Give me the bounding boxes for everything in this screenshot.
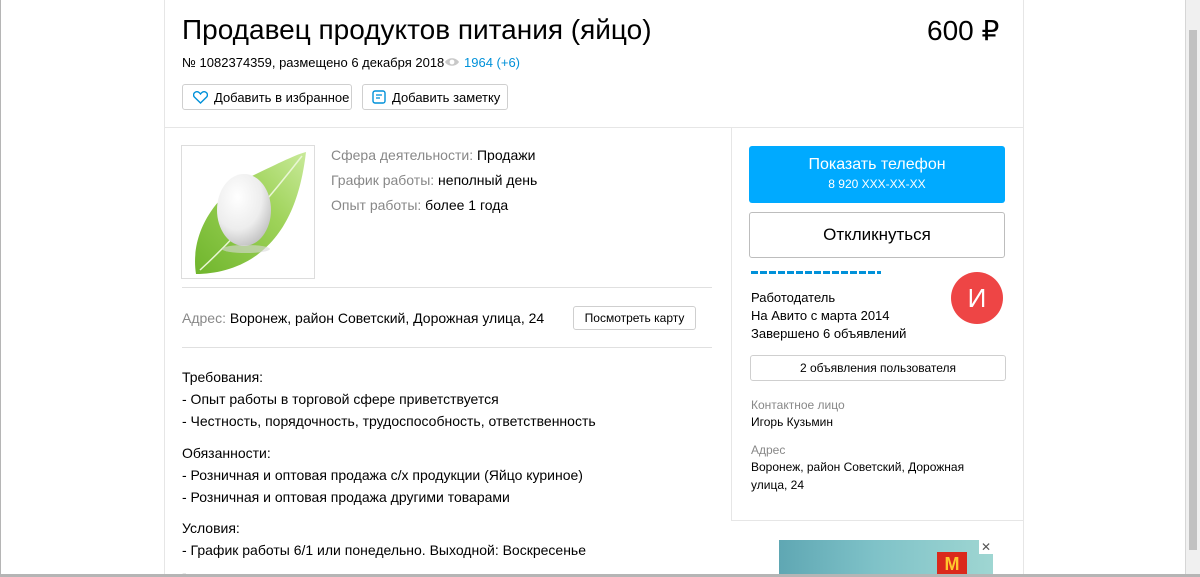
add-to-favorites-button[interactable]: Добавить в избранное <box>182 84 352 110</box>
description-line: - Опыт работы в торговой сфере приветств… <box>182 391 499 407</box>
conditions-title: Условия: <box>182 520 240 536</box>
listing-title: Продавец продуктов питания (яйцо) <box>182 14 652 45</box>
description-line: - Розничная и оптовая продажа с/х продук… <box>182 467 583 483</box>
attribute-key: Сфера деятельности: <box>331 147 474 163</box>
respond-button[interactable]: Откликнуться <box>749 212 1005 258</box>
listing-price: 600 ₽ <box>927 15 1000 46</box>
phone-number: 8 920 XXX-XX-XX <box>828 177 926 191</box>
attribute-value: более 1 года <box>425 197 509 213</box>
sidebar-address-line: улица, 24 <box>751 478 805 492</box>
vertical-scrollbar[interactable] <box>1185 0 1200 574</box>
scrollbar-thumb[interactable] <box>1189 30 1197 550</box>
window-border-left <box>0 0 1 577</box>
photo-watermark: Avito <box>256 258 286 272</box>
close-icon[interactable]: ✕ <box>979 540 993 554</box>
header-divider <box>165 127 1023 128</box>
attribute-value: неполный день <box>438 172 538 188</box>
address-row: Адрес: Воронеж, район Советский, Дорожна… <box>182 310 544 326</box>
add-note-button[interactable]: Добавить заметку <box>362 84 508 110</box>
views-count[interactable]: 1964 (+6) <box>464 55 520 70</box>
seller-avatar[interactable]: И <box>951 272 1003 324</box>
seller-since: На Авито с марта 2014 <box>751 308 890 323</box>
show-phone-label: Показать телефон <box>808 156 946 173</box>
user-ads-button[interactable]: 2 объявления пользователя <box>750 355 1006 381</box>
attribute-row: График работы: неполный день <box>331 172 537 188</box>
egg-photo-image <box>195 152 306 274</box>
sidebar-bottom-divider <box>731 520 1023 521</box>
duties-title: Обязанности: <box>182 445 271 461</box>
note-icon <box>372 90 386 104</box>
add-note-label: Добавить заметку <box>392 89 501 105</box>
seller-name-clipped[interactable] <box>751 271 881 274</box>
ad-banner[interactable]: M ✕ <box>779 540 993 574</box>
view-map-button[interactable]: Посмотреть карту <box>573 306 696 330</box>
requirements-title: Требования: <box>182 369 264 385</box>
address-key: Адрес: <box>182 310 226 326</box>
description-line-cut: - <box>182 565 187 574</box>
attribute-row: Опыт работы: более 1 года <box>331 197 508 213</box>
description-line: - График работы 6/1 или понедельно. Выхо… <box>182 542 587 558</box>
seller-completed: Завершено 6 объявлений <box>751 326 907 341</box>
description-line: - Розничная и оптовая продажа другими то… <box>182 489 510 505</box>
listing-meta: № 1082374359, размещено 6 декабря 2018 <box>182 55 445 70</box>
heart-icon <box>193 90 208 104</box>
attribute-key: Опыт работы: <box>331 197 422 213</box>
address-value: Воронеж, район Советский, Дорожная улица… <box>229 310 545 326</box>
seller-role: Работодатель <box>751 290 836 305</box>
sidebar-address-line: Воронеж, район Советский, Дорожная <box>751 460 965 474</box>
attribute-value: Продажи <box>476 147 536 163</box>
section-divider <box>182 347 712 348</box>
section-divider <box>182 287 712 288</box>
mcdonalds-logo-icon: M <box>937 552 967 574</box>
add-to-favorites-label: Добавить в избранное <box>214 89 350 105</box>
sidebar-address-label: Адрес <box>751 443 786 457</box>
description-line: - Честность, порядочность, трудоспособно… <box>182 413 596 429</box>
contact-label: Контактное лицо <box>751 398 845 412</box>
listing-photo[interactable]: Avito <box>181 145 315 279</box>
listing-card: Продавец продуктов питания (яйцо) 600 ₽ … <box>164 0 1024 574</box>
contact-name: Игорь Кузьмин <box>751 415 833 429</box>
eye-icon <box>445 58 459 66</box>
column-divider <box>731 128 732 521</box>
attribute-key: График работы: <box>331 172 435 188</box>
show-phone-button[interactable]: Показать телефон 8 920 XXX-XX-XX <box>749 146 1005 203</box>
attribute-row: Сфера деятельности: Продажи <box>331 147 535 163</box>
